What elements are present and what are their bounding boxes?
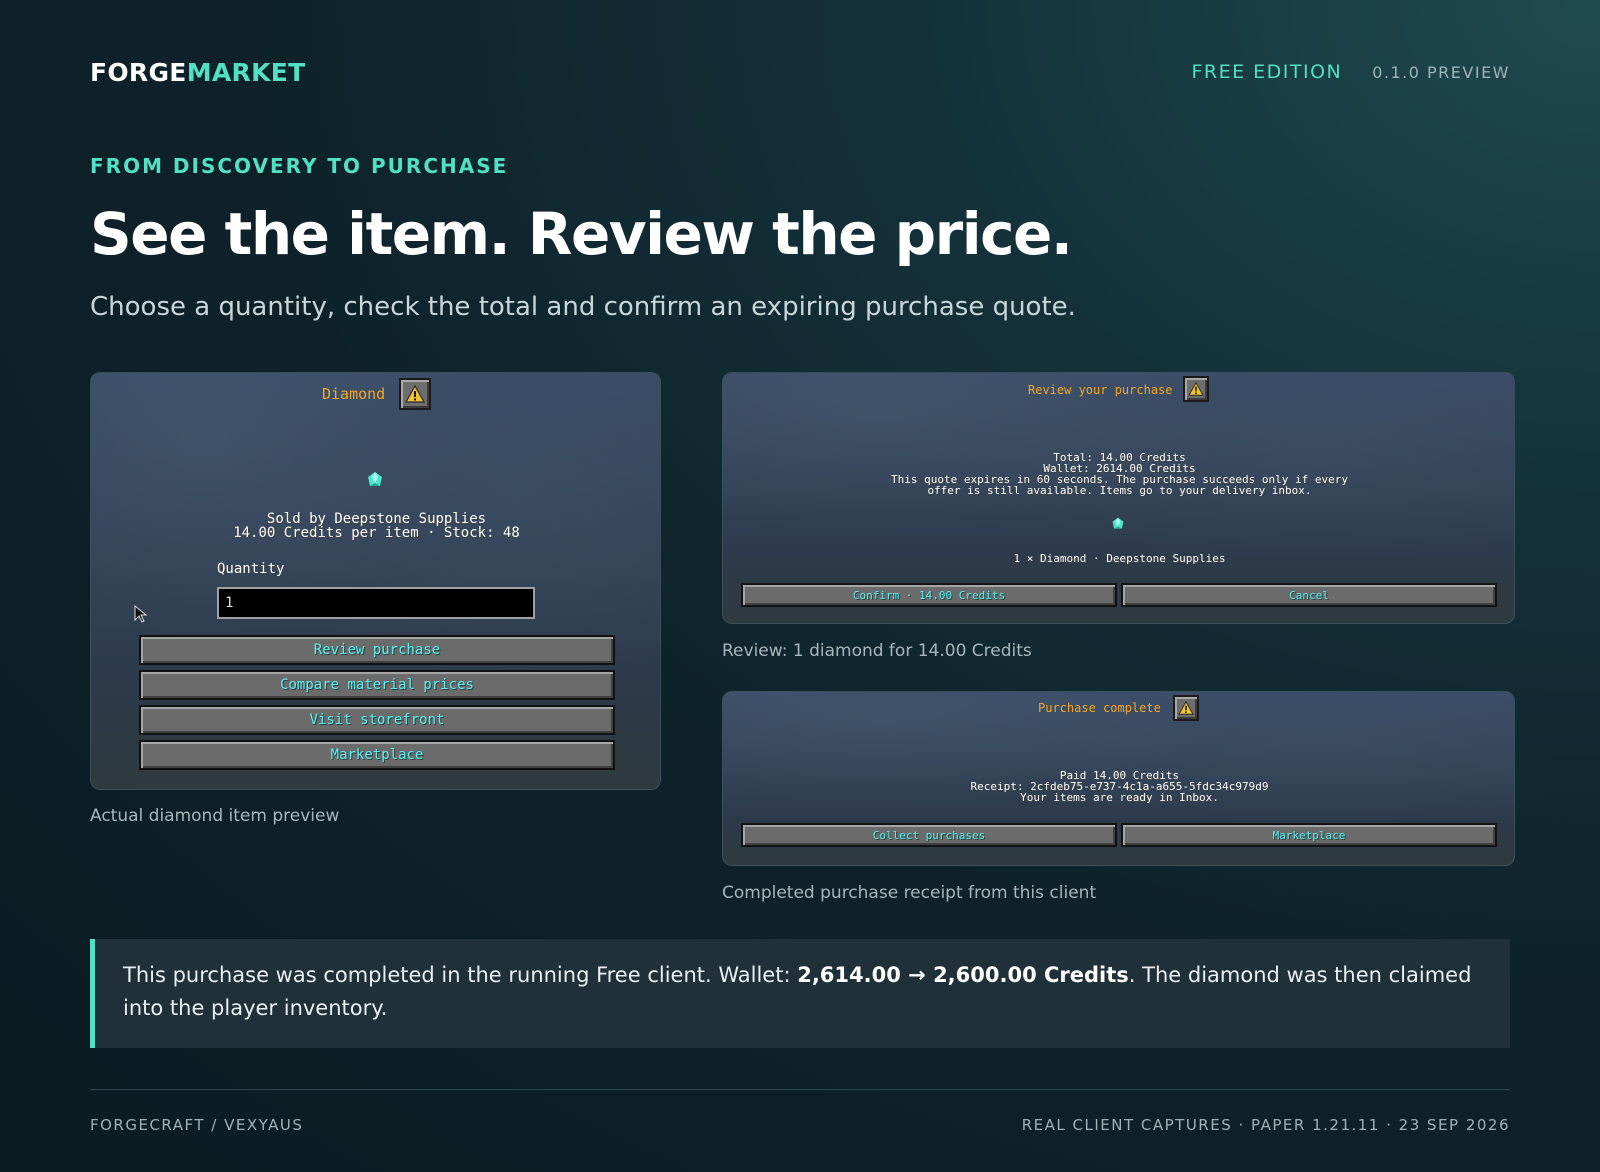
item-title: Diamond	[322, 385, 386, 403]
brand-logo[interactable]: FORGEMARKET	[90, 58, 305, 87]
top-bar: FORGEMARKET FREE EDITION 0.1.0 PREVIEW	[90, 52, 1510, 92]
purchase-result-callout: This purchase was completed in the runni…	[90, 939, 1510, 1048]
visit-storefront-button[interactable]: Visit storefront	[139, 705, 615, 735]
subheading: Choose a quantity, check the total and c…	[90, 292, 1076, 322]
receipt-marketplace-button[interactable]: Marketplace	[1121, 823, 1497, 847]
compare-prices-button[interactable]: Compare material prices	[139, 670, 615, 700]
collect-purchases-button[interactable]: Collect purchases	[741, 823, 1117, 847]
edition-label: FREE EDITION	[1191, 61, 1343, 83]
diamond-icon	[1112, 517, 1124, 529]
item-preview-screenshot: Diamond Sold by Deepstone Supplies 14.00…	[90, 372, 661, 790]
version-label: 0.1.0 PREVIEW	[1372, 62, 1510, 82]
warning-button[interactable]	[399, 378, 431, 410]
receipt-screenshot: Purchase complete Paid 14.00 Credits Rec…	[722, 691, 1515, 866]
footer-credit: FORGECRAFT / VEXYAUS	[90, 1116, 304, 1134]
review-warning-button[interactable]	[1183, 376, 1209, 402]
quantity-input[interactable]: 1	[217, 587, 535, 619]
price-stock-line: 14.00 Credits per item · Stock: 48	[233, 525, 520, 541]
receipt-warning-button[interactable]	[1173, 695, 1199, 721]
warning-triangle-icon	[405, 385, 425, 403]
diamond-icon	[368, 472, 382, 486]
review-screenshot: Review your purchase Total: 14.00 Credit…	[722, 372, 1515, 624]
brand-part-market: MARKET	[186, 57, 306, 87]
warning-triangle-icon	[1188, 382, 1204, 396]
page-title: See the item. Review the price.	[90, 200, 1073, 268]
receipt-title: Purchase complete	[1038, 701, 1161, 715]
callout-text-before: This purchase was completed in the runni…	[123, 963, 798, 987]
review-summary: 1 × Diamond · Deepstone Supplies	[1013, 552, 1226, 565]
quantity-label: Quantity	[217, 561, 285, 577]
review-title: Review your purchase	[1028, 383, 1173, 397]
cancel-button[interactable]: Cancel	[1121, 583, 1497, 607]
wallet-change: 2,614.00 → 2,600.00 Credits	[797, 963, 1129, 987]
review-purchase-button[interactable]: Review purchase	[139, 635, 615, 665]
mouse-cursor-icon	[134, 605, 148, 623]
review-notice-line2: offer is still available. Items go to yo…	[927, 484, 1312, 497]
edition-info: FREE EDITION 0.1.0 PREVIEW	[1191, 61, 1510, 83]
marketplace-button[interactable]: Marketplace	[139, 740, 615, 770]
receipt-caption: Completed purchase receipt from this cli…	[722, 883, 1097, 903]
item-preview-caption: Actual diamond item preview	[90, 806, 340, 826]
eyebrow: FROM DISCOVERY TO PURCHASE	[90, 154, 509, 178]
footer-divider	[90, 1089, 1510, 1090]
confirm-button[interactable]: Confirm · 14.00 Credits	[741, 583, 1117, 607]
page: FORGEMARKET FREE EDITION 0.1.0 PREVIEW F…	[90, 0, 1515, 1172]
receipt-inbox-note: Your items are ready in Inbox.	[1020, 791, 1219, 804]
warning-triangle-icon	[1178, 701, 1194, 715]
brand-part-forge: FORGE	[90, 57, 187, 87]
review-caption: Review: 1 diamond for 14.00 Credits	[722, 641, 1032, 661]
footer-meta: REAL CLIENT CAPTURES · PAPER 1.21.11 · 2…	[1021, 1116, 1510, 1134]
